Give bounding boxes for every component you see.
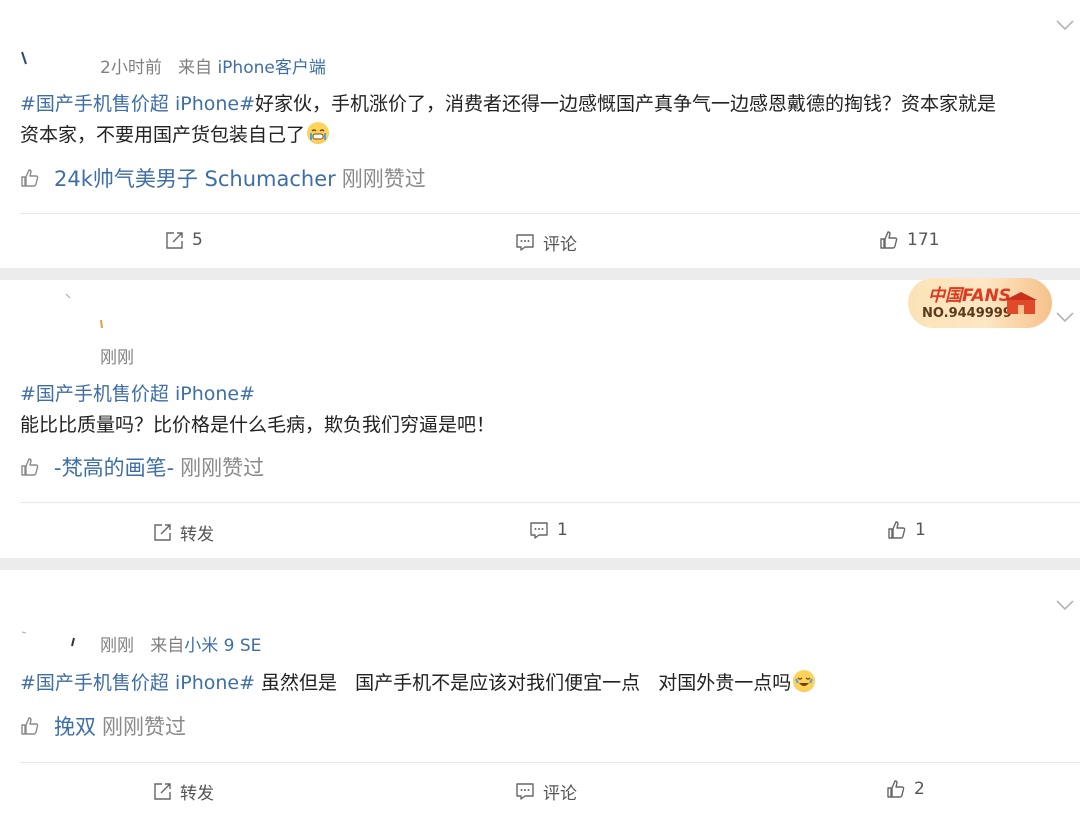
chevron-down-icon[interactable]: [1055, 18, 1075, 32]
thumbs-up-icon: [888, 521, 906, 539]
chevron-down-icon[interactable]: [1055, 598, 1075, 612]
liked-by-row: 挽双 刚刚赞过: [20, 711, 186, 741]
post-text: 虽然但是 国产手机不是应该对我们便宜一点 对国外贵一点吗: [255, 672, 792, 694]
topic-link[interactable]: #国产手机售价超 iPhone#: [20, 383, 255, 405]
avatar[interactable]: [20, 50, 32, 68]
topic-link[interactable]: #国产手机售价超 iPhone#: [20, 672, 255, 694]
repost-button[interactable]: 5: [165, 230, 203, 250]
comment-button[interactable]: 1: [529, 520, 568, 540]
liked-by-row: 24k帅气美男子 Schumacher 刚刚赞过: [20, 163, 426, 193]
topic-link[interactable]: #国产手机售价超 iPhone#: [20, 93, 255, 115]
thumbs-up-icon: [21, 169, 39, 187]
comment-icon: [516, 783, 534, 800]
like-button[interactable]: 2: [886, 779, 925, 799]
post-body: #国产手机售价超 iPhone# 能比比质量吗？比价格是什么毛病，欺负我们穷逼是…: [20, 379, 495, 441]
fans-badge[interactable]: 中国FANS NO.9449999: [908, 278, 1052, 328]
repost-button[interactable]: 转发: [153, 520, 214, 545]
comment-label: 评论: [543, 235, 577, 255]
liked-by-row: -梵高的画笔- 刚刚赞过: [20, 452, 264, 482]
emoji-icon: [793, 670, 816, 692]
post-text: 能比比质量吗？比价格是什么毛病，欺负我们穷逼是吧！: [20, 414, 496, 436]
repost-label: 转发: [180, 784, 214, 804]
comment-label: 评论: [543, 784, 577, 804]
post-from-label: 来自: [178, 58, 213, 78]
avatar[interactable]: [20, 630, 80, 650]
post-body: #国产手机售价超 iPhone# 虽然但是 国产手机不是应该对我们便宜一点 对国…: [20, 668, 816, 699]
comment-count: 1: [557, 520, 568, 540]
thumbs-up-icon: [21, 458, 39, 476]
liked-suffix: 刚刚赞过: [341, 167, 426, 191]
comment-button[interactable]: 评论: [515, 230, 577, 255]
thumbs-up-icon: [21, 717, 39, 735]
like-count: 2: [914, 779, 925, 799]
comment-button[interactable]: 评论: [515, 779, 577, 804]
liked-by-user[interactable]: 24k帅气美男子 Schumacher: [54, 163, 336, 193]
post-time: 刚刚: [100, 348, 134, 368]
post-source[interactable]: iPhone客户端: [217, 58, 325, 78]
thumbs-up-icon: [887, 780, 905, 798]
post-source[interactable]: 小米 9 SE: [184, 636, 261, 656]
fans-badge-number: NO.9449999: [922, 306, 1012, 321]
like-count: 1: [915, 520, 926, 540]
emoji-icon: [307, 122, 330, 144]
repost-icon: [166, 231, 183, 249]
repost-icon: [154, 783, 171, 800]
repost-button[interactable]: 转发: [153, 779, 214, 804]
comment-icon: [530, 521, 548, 539]
post-body: #国产手机售价超 iPhone#好家伙，手机涨价了，消费者还得一边感慨国产真争气…: [20, 89, 996, 151]
like-button[interactable]: 1: [887, 520, 926, 540]
repost-label: 转发: [180, 525, 214, 545]
post-meta: 2小时前 来自 iPhone客户端: [100, 53, 326, 78]
gate-icon: [1005, 292, 1037, 314]
repost-count: 5: [192, 230, 203, 250]
post-time: 刚刚: [100, 636, 134, 656]
repost-icon: [154, 524, 171, 541]
post-text-line2: 资本家，不要用国产货包装自己了: [20, 124, 306, 146]
post-card-1: 2小时前 来自 iPhone客户端 #国产手机售价超 iPhone#好家伙，手机…: [0, 0, 1080, 268]
like-button[interactable]: 171: [879, 230, 939, 250]
post-meta: 刚刚: [100, 343, 134, 368]
avatar[interactable]: [64, 292, 108, 328]
like-count: 171: [907, 230, 940, 250]
post-text: 好家伙，手机涨价了，消费者还得一边感慨国产真争气一边感恩戴德的掏钱？资本家就是: [255, 93, 997, 115]
liked-by-user[interactable]: 挽双: [54, 711, 96, 741]
thumbs-up-icon: [880, 231, 898, 249]
post-card-3: 刚刚 来自小米 9 SE #国产手机售价超 iPhone# 虽然但是 国产手机不…: [0, 570, 1080, 820]
chevron-down-icon[interactable]: [1055, 310, 1075, 324]
liked-by-user[interactable]: -梵高的画笔-: [54, 452, 174, 482]
divider: [20, 502, 1080, 503]
liked-suffix: 刚刚赞过: [102, 715, 186, 739]
post-meta: 刚刚 来自小米 9 SE: [100, 631, 261, 656]
post-from-label: 来自: [150, 636, 185, 656]
liked-suffix: 刚刚赞过: [180, 456, 265, 480]
fans-badge-logo: 中国FANS: [928, 286, 1012, 306]
post-time: 2小时前: [100, 58, 162, 78]
comment-icon: [516, 234, 534, 251]
divider: [20, 762, 1080, 763]
divider: [20, 213, 1080, 214]
